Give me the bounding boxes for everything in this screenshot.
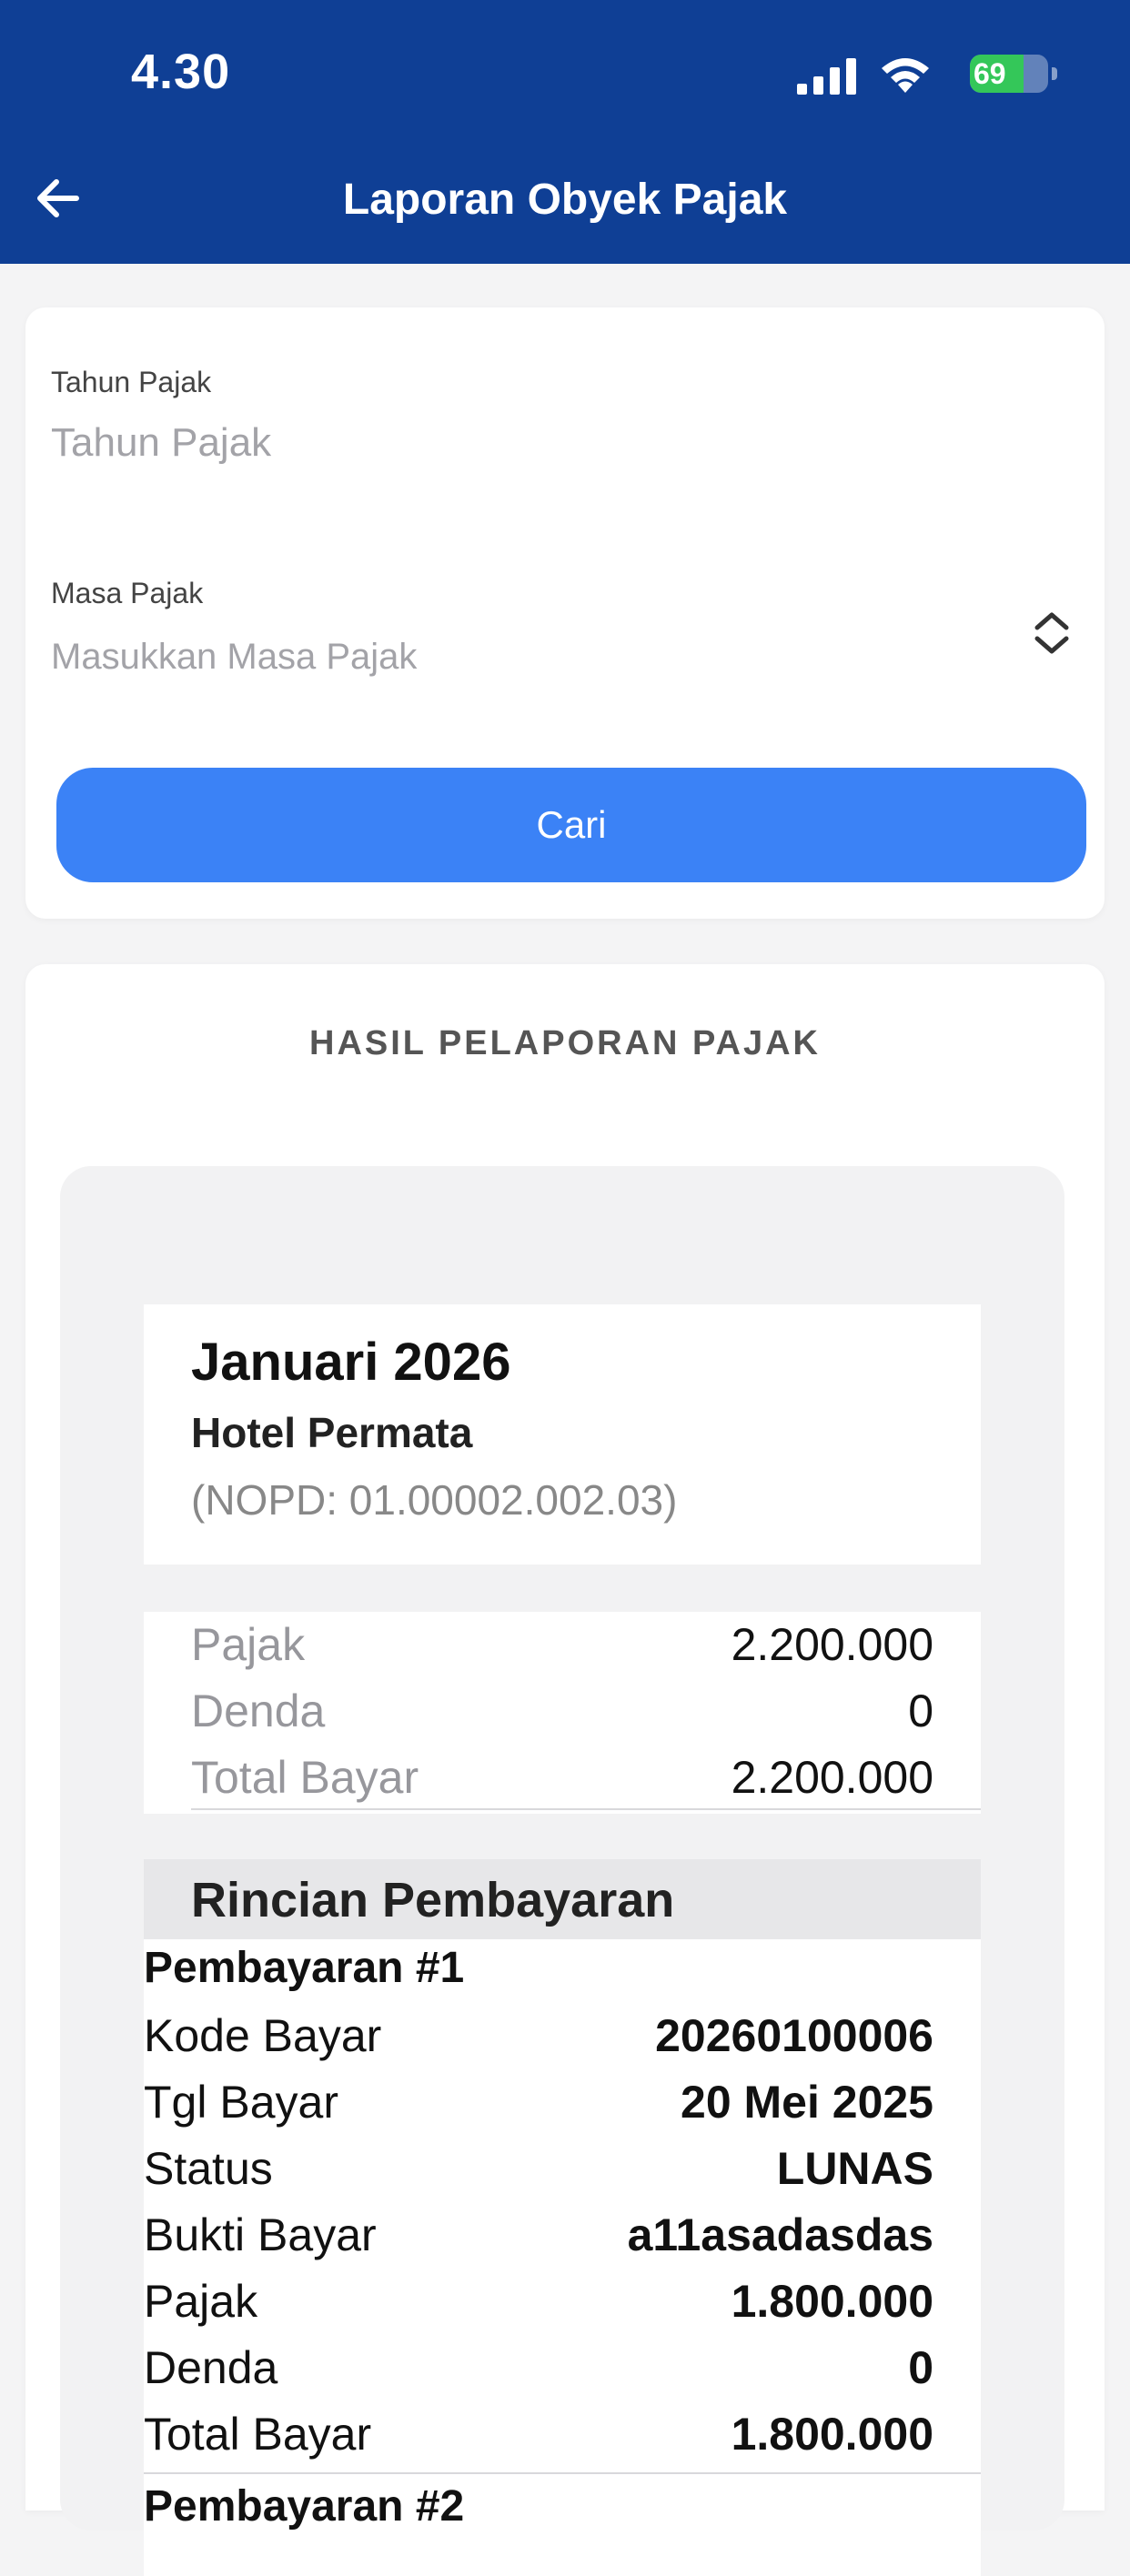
chevron-up-down-icon[interactable]	[1030, 608, 1074, 659]
report-period: Januari 2026	[191, 1333, 511, 1392]
app-header: 4.30 69 Laporan Obyek Pajak	[0, 0, 1130, 264]
cellular-signal-icon	[797, 58, 856, 95]
payments-list: Pembayaran #1 Kode Bayar 20260100006 Tgl…	[144, 1939, 981, 2576]
divider	[191, 1808, 981, 1810]
payment-value: 1.800.000	[731, 2409, 933, 2460]
payment-value: 0	[908, 2342, 933, 2393]
tax-year-label: Tahun Pajak	[51, 366, 212, 398]
payments-header: Rincian Pembayaran	[144, 1859, 981, 1939]
payment-label: Pajak	[144, 2276, 258, 2327]
report-panel: Januari 2026 Hotel Permata (NOPD: 01.000…	[60, 1166, 1064, 2576]
nopd-number: (NOPD: 01.00002.002.03)	[191, 1476, 678, 1524]
summary-label: Total Bayar	[191, 1752, 419, 1803]
summary-value: 2.200.000	[731, 1619, 933, 1670]
payment-label: Tgl Bayar	[144, 2077, 338, 2128]
period-box: Januari 2026 Hotel Permata (NOPD: 01.000…	[144, 1304, 981, 1565]
payment-label: Bukti Bayar	[144, 2209, 377, 2260]
battery-icon: 69	[970, 55, 1057, 93]
payment-label: Total Bayar	[144, 2409, 372, 2460]
payment-label: Denda	[144, 2342, 278, 2393]
payment-row-status: Status LUNAS	[144, 2136, 933, 2201]
tax-period-select[interactable]	[51, 631, 1034, 682]
payment-value: a11asadasdas	[627, 2209, 933, 2260]
status-time: 4.30	[131, 45, 231, 99]
search-button[interactable]: Cari	[56, 768, 1086, 882]
payment-row-penalty: Denda 0	[144, 2335, 933, 2400]
page-title: Laporan Obyek Pajak	[342, 176, 788, 224]
payments-title: Rincian Pembayaran	[191, 1873, 675, 1927]
divider	[144, 2472, 981, 2474]
payment-heading: Pembayaran #1	[144, 1944, 465, 1992]
results-title: HASIL PELAPORAN PAJAK	[309, 1024, 821, 1062]
summary-label: Denda	[191, 1685, 326, 1736]
payment-value: 20 Mei 2025	[681, 2077, 933, 2128]
payment-row-total: Total Bayar 1.800.000	[144, 2401, 933, 2467]
payment-row-date: Tgl Bayar 20 Mei 2025	[144, 2069, 933, 2135]
summary-row-total: Total Bayar 2.200.000	[191, 1745, 933, 1810]
payment-label: Status	[144, 2143, 273, 2194]
payment-row-proof: Bukti Bayar a11asadasdas	[144, 2202, 933, 2268]
payment-row-tax: Pajak 1.800.000	[144, 2269, 933, 2334]
payment-value: 1.800.000	[731, 2276, 933, 2327]
summary-value: 0	[908, 1685, 933, 1736]
tax-object-name: Hotel Permata	[191, 1409, 473, 1456]
summary-label: Pajak	[191, 1619, 306, 1670]
payment-label: Kode Bayar	[144, 2010, 382, 2061]
payment-row-code: Kode Bayar 20260100006	[144, 2003, 933, 2068]
tax-year-input[interactable]	[51, 415, 1034, 471]
filter-card: Tahun Pajak Masa Pajak Cari	[25, 307, 1105, 919]
payment-value: 20260100006	[655, 2010, 933, 2061]
status-icons: 69	[784, 53, 1057, 98]
tax-summary: Pajak 2.200.000 Denda 0 Total Bayar 2.20…	[144, 1612, 981, 1814]
battery-percentage: 69	[974, 57, 1006, 90]
summary-value: 2.200.000	[731, 1752, 933, 1803]
wifi-icon	[882, 58, 929, 93]
payment-value: LUNAS	[776, 2143, 933, 2194]
payment-heading: Pembayaran #2	[144, 2482, 465, 2531]
summary-row-penalty: Denda 0	[191, 1678, 933, 1744]
tax-period-label: Masa Pajak	[51, 577, 204, 609]
results-card: HASIL PELAPORAN PAJAK Januari 2026 Hotel…	[25, 964, 1105, 2576]
summary-row-tax: Pajak 2.200.000	[191, 1612, 933, 1677]
